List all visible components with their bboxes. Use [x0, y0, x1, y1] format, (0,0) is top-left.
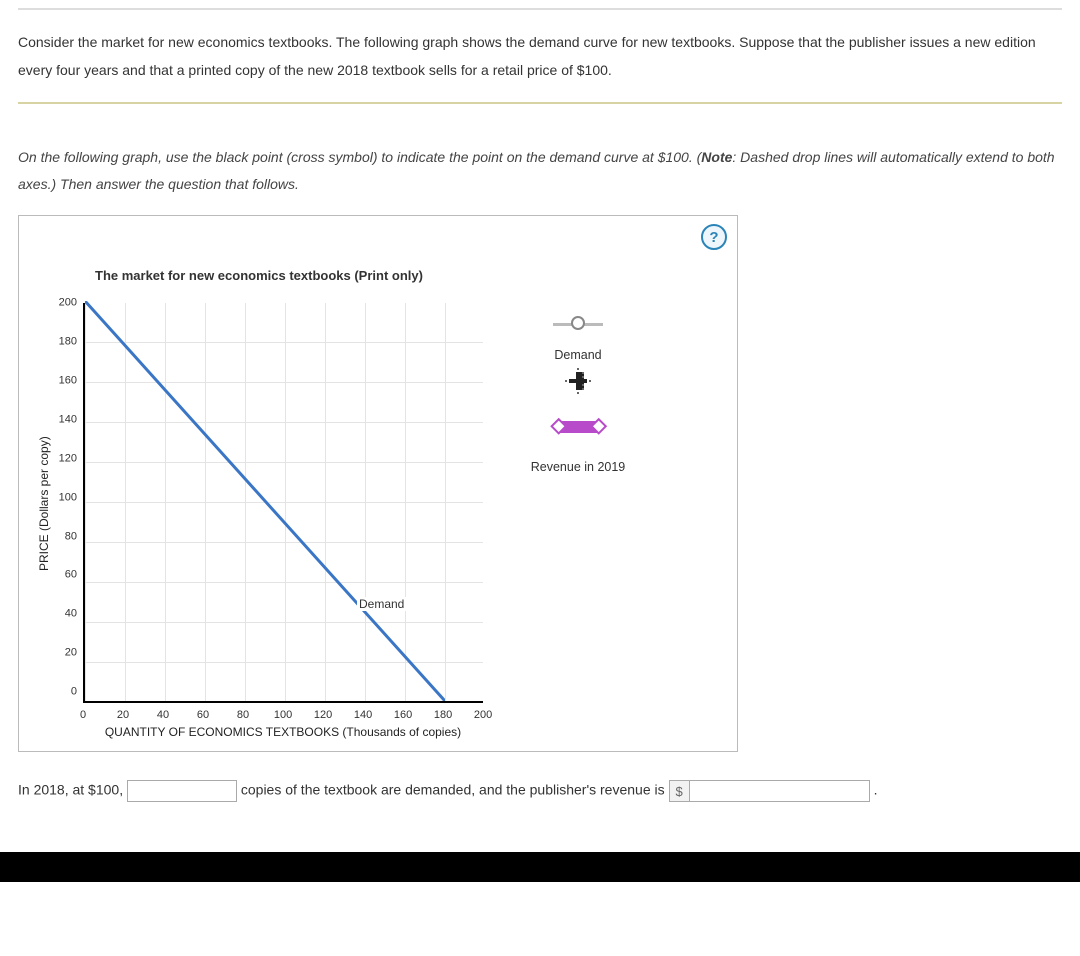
page-container: Consider the market for new economics te…	[0, 8, 1080, 832]
question-text: Consider the market for new economics te…	[18, 28, 1062, 84]
y-ticks: 200 180 160 140 120 100 80 60 40 20 0	[55, 303, 83, 703]
note-label: Note	[701, 149, 732, 165]
y-tick: 160	[55, 375, 77, 386]
divider-accent	[18, 102, 1062, 104]
chart-column: The market for new economics textbooks (…	[55, 228, 483, 739]
cross-icon	[569, 372, 587, 390]
revenue-tool[interactable]: Revenue in 2019	[531, 416, 626, 474]
legend-column: Demand Revenue in 2	[483, 228, 643, 739]
plot-row: 200 180 160 140 120 100 80 60 40 20 0	[55, 303, 483, 703]
y-tick: 80	[55, 531, 77, 542]
help-icon: ?	[709, 229, 718, 246]
chart-title: The market for new economics textbooks (…	[95, 268, 423, 283]
instruction-text: On the following graph, use the black po…	[18, 144, 1062, 197]
y-tick: 140	[55, 414, 77, 425]
chart-wrap: PRICE (Dollars per copy) The market for …	[33, 228, 727, 739]
y-tick: 200	[55, 298, 77, 309]
y-tick: 60	[55, 570, 77, 581]
instruction-prefix: On the following graph, use the black po…	[18, 149, 701, 165]
y-tick: 0	[55, 687, 77, 698]
y-axis-label: PRICE (Dollars per copy)	[33, 228, 55, 739]
footer-bar	[0, 852, 1080, 882]
demand-line-label: Demand	[357, 597, 406, 611]
copies-input[interactable]	[127, 780, 237, 802]
y-tick: 40	[55, 609, 77, 620]
answer-prefix: In 2018, at $100,	[18, 782, 123, 798]
answer-suffix: .	[874, 782, 878, 798]
dollar-sign: $	[669, 780, 690, 802]
area-handle-icon	[547, 416, 609, 438]
demand-tool[interactable]: Demand	[553, 316, 603, 390]
y-tick: 180	[55, 337, 77, 348]
divider-top	[18, 8, 1062, 10]
x-axis-label: QUANTITY OF ECONOMICS TEXTBOOKS (Thousan…	[105, 725, 461, 739]
revenue-input[interactable]	[690, 780, 870, 802]
y-tick: 100	[55, 492, 77, 503]
graph-panel: ? PRICE (Dollars per copy) The market fo…	[18, 215, 738, 752]
answer-sentence: In 2018, at $100, copies of the textbook…	[18, 780, 1062, 802]
revenue-input-group: $	[669, 780, 870, 802]
demand-tool-label: Demand	[554, 348, 601, 362]
y-tick: 20	[55, 648, 77, 659]
revenue-tool-label: Revenue in 2019	[531, 460, 626, 474]
x-ticks: 0 20 40 60 80 100 120 140 160 180 200	[83, 703, 483, 721]
plot-area[interactable]: Demand	[83, 303, 483, 703]
y-tick: 120	[55, 453, 77, 464]
help-button[interactable]: ?	[701, 224, 727, 250]
line-point-icon	[553, 316, 603, 330]
demand-curve	[85, 301, 445, 701]
answer-mid: copies of the textbook are demanded, and…	[241, 782, 665, 798]
